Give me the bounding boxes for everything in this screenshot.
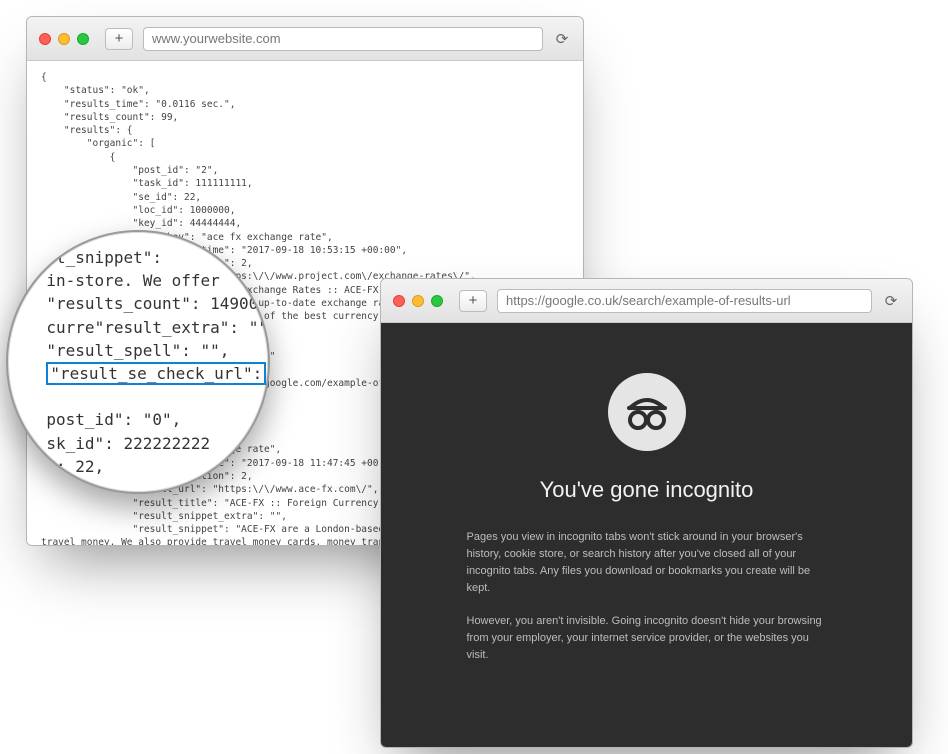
url-bar[interactable]: www.yourwebsite.com (143, 27, 543, 51)
incognito-browser-window: + https://google.co.uk/search/example-of… (380, 278, 913, 748)
incognito-paragraph-2: However, you aren't invisible. Going inc… (467, 613, 827, 664)
incognito-heading: You've gone incognito (540, 477, 754, 503)
zoom-icon[interactable] (77, 33, 89, 45)
incognito-icon (608, 373, 686, 451)
incognito-paragraph-1: Pages you view in incognito tabs won't s… (467, 529, 827, 597)
reload-icon[interactable]: ⟳ (553, 30, 571, 48)
url-text: www.yourwebsite.com (152, 31, 281, 46)
titlebar: + www.yourwebsite.com ⟳ (27, 17, 583, 61)
titlebar: + https://google.co.uk/search/example-of… (381, 279, 912, 323)
incognito-body: You've gone incognito Pages you view in … (381, 323, 912, 747)
new-tab-button[interactable]: + (105, 28, 133, 50)
minimize-icon[interactable] (412, 295, 424, 307)
url-bar[interactable]: https://google.co.uk/search/example-of-r… (497, 289, 872, 313)
close-icon[interactable] (39, 33, 51, 45)
zoom-icon[interactable] (431, 295, 443, 307)
reload-icon[interactable]: ⟳ (882, 292, 900, 310)
new-tab-button[interactable]: + (459, 290, 487, 312)
close-icon[interactable] (393, 295, 405, 307)
traffic-lights (393, 295, 443, 307)
traffic-lights (39, 33, 89, 45)
url-text: https://google.co.uk/search/example-of-r… (506, 293, 791, 308)
minimize-icon[interactable] (58, 33, 70, 45)
